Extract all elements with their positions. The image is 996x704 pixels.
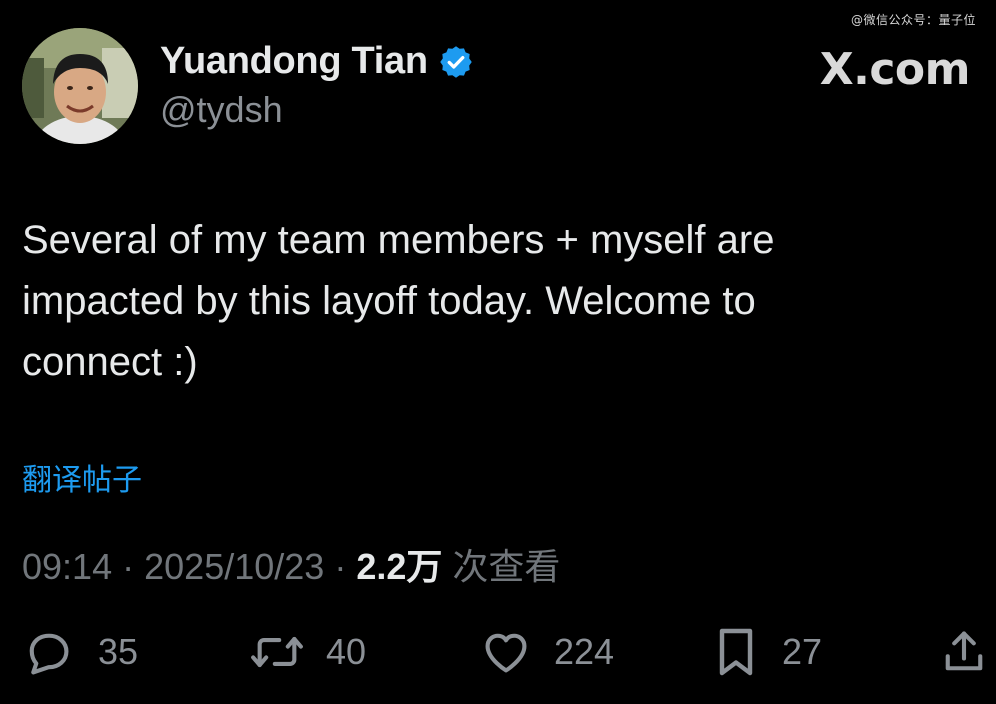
views-count: 2.2 [356, 546, 407, 587]
bookmark-count: 27 [782, 631, 823, 672]
author-name-row[interactable]: Yuandong Tian [160, 40, 474, 83]
reply-icon [22, 626, 74, 678]
repost-button[interactable]: 40 [248, 622, 366, 682]
translate-post-link[interactable]: 翻译帖子 [22, 455, 142, 499]
repost-icon [248, 626, 306, 678]
avatar[interactable] [22, 28, 138, 144]
meta-separator: · [334, 546, 347, 587]
like-button[interactable]: 224 [480, 622, 614, 682]
like-count: 224 [554, 631, 615, 672]
share-icon [938, 626, 990, 678]
tweet-text-line: Several of my team members + myself are [22, 218, 775, 262]
bookmark-icon [712, 624, 760, 680]
meta-separator: · [122, 546, 135, 587]
repost-count: 40 [326, 631, 367, 672]
reply-button[interactable]: 35 [22, 622, 138, 682]
brand-logo: X.com [819, 44, 971, 95]
bookmark-button[interactable]: 27 [712, 622, 822, 682]
tweet-date[interactable]: 2025/10/23 [144, 546, 324, 587]
watermark: @微信公众号：量子位 [850, 13, 976, 27]
share-button[interactable] [938, 622, 990, 682]
tweet-text-line: connect :) [22, 340, 198, 384]
author-handle[interactable]: @tydsh [160, 89, 283, 131]
author-display-name[interactable]: Yuandong Tian [160, 40, 428, 83]
tweet-text: Several of my team members + myself are i… [22, 210, 922, 393]
views-unit: 万 [406, 547, 443, 588]
views-label: 次查看 [452, 547, 561, 588]
avatar-photo [22, 28, 138, 144]
tweet-text-line: impacted by this layoff today. Welcome t… [22, 279, 756, 323]
tweet-time[interactable]: 09:14 [22, 546, 112, 587]
heart-icon [480, 626, 532, 678]
action-bar: 35 40 224 27 [0, 622, 996, 682]
tweet-meta: 09:14 · 2025/10/23 · 2.2万 次查看 [22, 538, 560, 590]
reply-count: 35 [98, 631, 139, 672]
verified-badge-icon [438, 44, 474, 80]
